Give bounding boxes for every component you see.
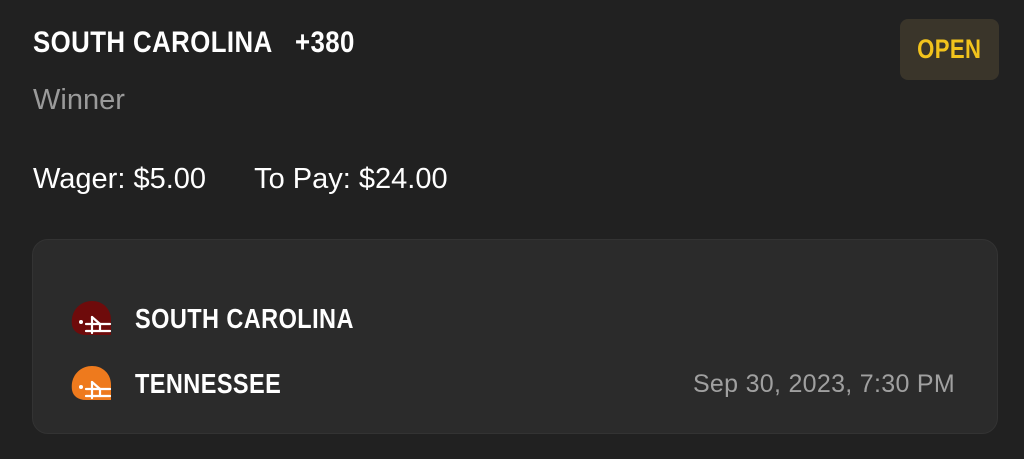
bet-title: SOUTH CAROLINA +380 xyxy=(33,26,355,60)
team-row-south-carolina: SOUTH CAROLINA xyxy=(68,299,396,339)
status-label: OPEN xyxy=(917,34,982,64)
topay-value: $24.00 xyxy=(358,163,448,195)
bet-selection: SOUTH CAROLINA xyxy=(33,26,273,59)
status-badge: OPEN xyxy=(900,19,999,80)
bet-market: Winner xyxy=(33,84,125,116)
helmet-icon xyxy=(71,366,112,400)
wager-label: Wager: xyxy=(33,163,126,195)
game-datetime: Sep 30, 2023, 7:30 PM xyxy=(692,370,955,398)
wager-value: $5.00 xyxy=(133,163,207,195)
team-row-tennessee: TENNESSEE xyxy=(68,364,309,404)
team-name: TENNESSEE xyxy=(135,368,282,399)
bet-amounts: Wager: $5.00 To Pay: $24.00 xyxy=(33,163,448,196)
game-panel[interactable]: SOUTH CAROLINA TENNESSEE Sep 30, 2023, 7… xyxy=(32,239,998,434)
team-name: SOUTH CAROLINA xyxy=(135,303,354,334)
topay-label: To Pay: xyxy=(254,163,351,195)
helmet-icon xyxy=(71,301,112,335)
bet-card[interactable]: SOUTH CAROLINA +380 Winner OPEN Wager: $5… xyxy=(0,0,1024,459)
bet-odds: +380 xyxy=(295,26,355,59)
